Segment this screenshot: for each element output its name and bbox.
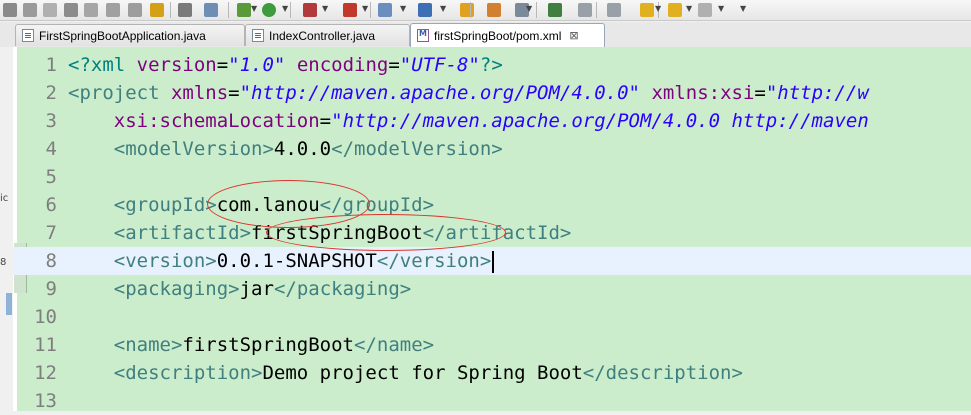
code-line[interactable]: 9 <packaging>jar</packaging>: [13, 275, 971, 303]
step-return-icon[interactable]: [106, 3, 120, 17]
maven-pom-icon: [417, 29, 429, 42]
prev-annotation-icon[interactable]: [607, 3, 621, 17]
toolbar-separator: [536, 2, 537, 18]
code-line[interactable]: 10: [13, 303, 971, 331]
debug-icon[interactable]: [237, 3, 251, 17]
line-number: 11: [34, 334, 57, 356]
external-tools-icon[interactable]: [548, 3, 562, 17]
close-tab-icon[interactable]: ⊠: [569, 29, 578, 42]
line-number: 3: [45, 110, 57, 132]
save-all-icon[interactable]: [3, 3, 17, 17]
tab-index-controller[interactable]: IndexController.java: [245, 24, 410, 46]
code-line[interactable]: 8 <version>0.0.1-SNAPSHOT</version>: [13, 247, 971, 275]
dropdown-arrow-icon[interactable]: ▼: [400, 4, 406, 13]
code-text: <modelVersion>4.0.0</modelVersion>: [113, 138, 503, 160]
line-number: 1: [45, 54, 57, 76]
dropdown-arrow-icon[interactable]: ▼: [655, 4, 661, 13]
disconnect-icon[interactable]: [43, 3, 57, 17]
line-number: 4: [45, 138, 57, 160]
code-text: <name>firstSpringBoot</name>: [113, 334, 435, 356]
open-type-icon[interactable]: [460, 3, 474, 17]
left-fragment-text: ic: [0, 193, 9, 204]
run-icon[interactable]: [262, 3, 276, 17]
code-text: <version>0.0.1-SNAPSHOT</version>: [68, 247, 495, 275]
code-line[interactable]: 11 <name>firstSpringBoot</name>: [13, 331, 971, 359]
dropdown-arrow-icon[interactable]: ▼: [440, 4, 446, 13]
dropdown-arrow-icon[interactable]: ▼: [322, 4, 328, 13]
code-text: <?xml version="1.0" encoding="UTF-8"?>: [68, 54, 503, 76]
dropdown-arrow-icon[interactable]: ▼: [362, 4, 368, 13]
annotation-ellipse-artifactid: [266, 214, 506, 251]
tab-label: FirstSpringBootApplication.java: [39, 28, 206, 43]
toolbar-separator: [596, 2, 597, 18]
dropdown-arrow-icon[interactable]: ▼: [526, 4, 532, 13]
dropdown-arrow-icon[interactable]: ▼: [686, 4, 692, 13]
step-into-icon[interactable]: [64, 3, 78, 17]
code-line[interactable]: 3 xsi:schemaLocation="http://maven.apach…: [13, 107, 971, 135]
use-step-filters-icon[interactable]: [150, 3, 164, 17]
last-edit-icon[interactable]: [640, 3, 654, 17]
tab-label: IndexController.java: [269, 28, 376, 43]
toolbar-separator: [290, 2, 291, 18]
toolbar-separator: [228, 2, 229, 18]
change-marker: [6, 293, 12, 315]
search-icon[interactable]: [487, 3, 501, 17]
tab-pom-xml[interactable]: firstSpringBoot/pom.xml ⊠: [410, 23, 605, 47]
toolbar-separator: [370, 2, 371, 18]
code-line[interactable]: 1 <?xml version="1.0" encoding="UTF-8"?>: [13, 51, 971, 79]
text-caret: [492, 250, 495, 273]
line-number: 6: [45, 194, 57, 216]
toolbar-separator: [170, 2, 171, 18]
next-annotation-icon[interactable]: [578, 3, 592, 17]
dropdown-arrow-icon[interactable]: ▼: [251, 4, 257, 13]
code-line[interactable]: 12 <description>Demo project for Spring …: [13, 359, 971, 387]
code-line[interactable]: 4 <modelVersion>4.0.0</modelVersion>: [13, 135, 971, 163]
toolbar: ▼ ▼ ▼ ▼ ▼ ▼ ▼ ▼ ▼ ▼ ▼: [0, 0, 971, 21]
dropdown-arrow-icon[interactable]: ▼: [740, 4, 746, 13]
new-class-icon[interactable]: [418, 3, 432, 17]
line-number: 10: [34, 306, 57, 328]
code-line[interactable]: 2 <project xmlns="http://maven.apache.org…: [13, 79, 971, 107]
tab-first-spring-boot-application[interactable]: FirstSpringBootApplication.java: [15, 24, 245, 46]
line-number: 8: [45, 250, 57, 272]
build-icon[interactable]: [204, 3, 218, 17]
forward-icon[interactable]: [698, 3, 712, 17]
line-number: 7: [45, 222, 57, 244]
code-text: <packaging>jar</packaging>: [113, 278, 412, 300]
java-file-icon: [22, 29, 34, 42]
left-fragment-text: 8: [0, 257, 7, 268]
left-view-edge: ic 8: [0, 47, 13, 411]
line-number: 12: [34, 362, 57, 384]
coverage-icon[interactable]: [303, 3, 317, 17]
java-file-icon: [252, 29, 264, 42]
code-text: <description>Demo project for Spring Boo…: [113, 362, 743, 384]
dropdown-arrow-icon[interactable]: ▼: [718, 4, 724, 13]
editor-tab-bar: FirstSpringBootApplication.java IndexCon…: [0, 22, 971, 48]
stop-icon[interactable]: [23, 3, 37, 17]
new-wizard-icon[interactable]: [378, 3, 392, 17]
code-text: xsi:schemaLocation="http://maven.apache.…: [113, 110, 869, 132]
step-over-icon[interactable]: [84, 3, 98, 17]
line-number: 5: [45, 166, 57, 188]
line-number: 2: [45, 82, 57, 104]
code-text: <project xmlns="http://maven.apache.org/…: [68, 82, 869, 104]
run-last-tool-icon[interactable]: [343, 3, 357, 17]
line-number: 9: [45, 278, 57, 300]
open-task-icon[interactable]: [178, 3, 192, 17]
code-line[interactable]: 5: [13, 163, 971, 191]
code-line[interactable]: 6 <groupId>com.lanou</groupId>: [13, 191, 971, 219]
back-icon[interactable]: [668, 3, 682, 17]
dropdown-arrow-icon[interactable]: ▼: [282, 4, 288, 13]
toolbar-separator: [470, 2, 471, 18]
tab-label: firstSpringBoot/pom.xml: [434, 28, 562, 43]
drop-to-frame-icon[interactable]: [128, 3, 142, 17]
